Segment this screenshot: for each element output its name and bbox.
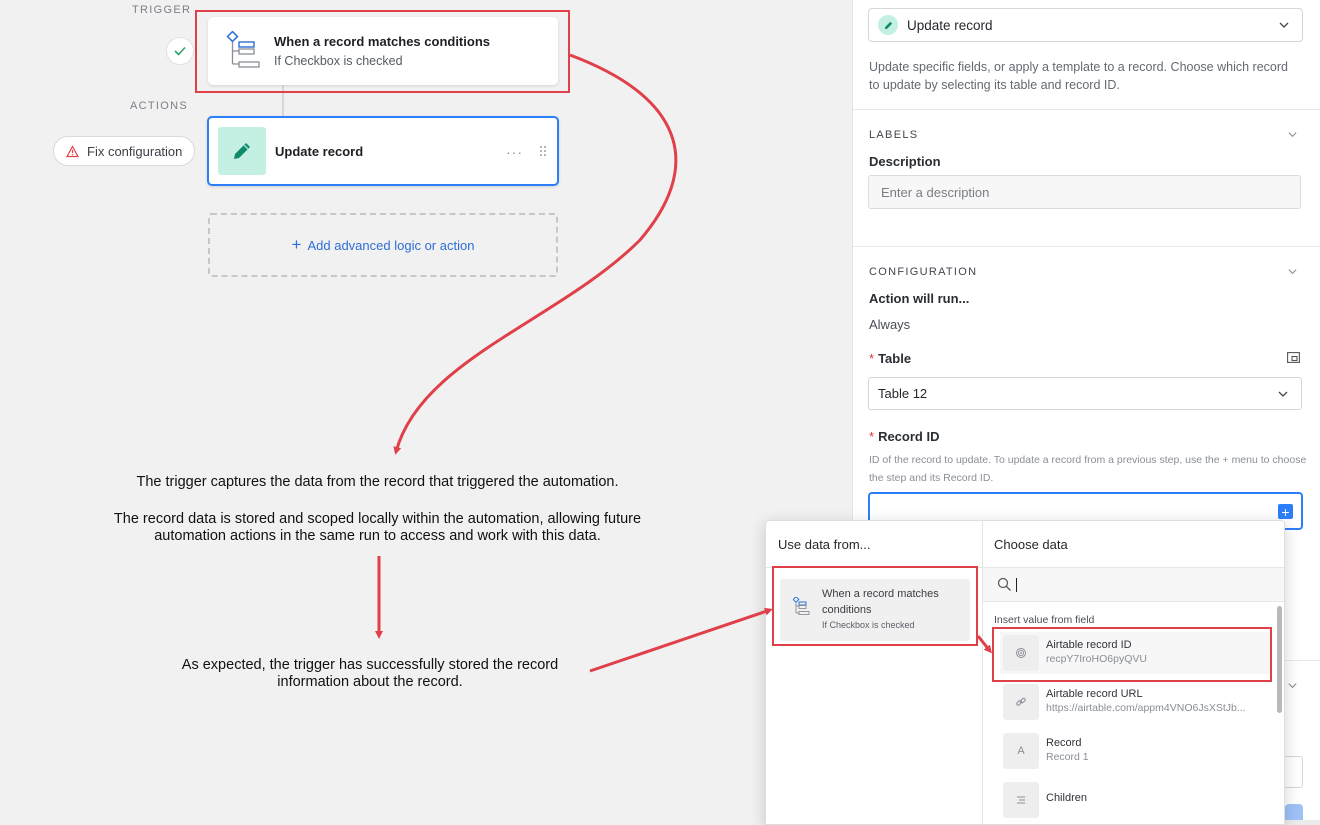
action-node-title: Update record <box>275 143 364 159</box>
fix-configuration-label: Fix configuration <box>87 143 183 159</box>
trigger-status-badge <box>166 37 194 65</box>
record-id-highlight-box <box>992 627 1272 682</box>
action-icon-box <box>218 127 266 175</box>
add-logic-or-action-button[interactable]: + Add advanced logic or action <box>208 213 558 277</box>
drag-handle-icon[interactable] <box>539 145 547 157</box>
record-id-label: * Record ID <box>869 429 939 444</box>
chevron-down-icon[interactable] <box>1287 680 1298 691</box>
record-id-help-text: ID of the record to update. To update a … <box>869 454 1307 484</box>
add-logic-label: Add advanced logic or action <box>307 237 475 253</box>
chevron-down-icon <box>1278 391 1288 397</box>
list-icon <box>1003 782 1039 818</box>
pencil-icon <box>884 21 892 29</box>
action-will-run-value: Always <box>869 317 911 332</box>
popover-scrollbar[interactable] <box>1277 606 1282 713</box>
required-marker: * <box>869 351 875 366</box>
warning-icon <box>66 144 79 157</box>
automation-canvas: TRIGGER ACTIONS When a record matches co… <box>0 0 852 825</box>
section-divider <box>853 109 1320 110</box>
table-select-value: Table 12 <box>878 386 928 401</box>
chevron-down-icon[interactable] <box>1287 129 1298 140</box>
field-option-title: Record <box>1046 737 1082 749</box>
hidden-field-input[interactable] <box>1283 756 1303 788</box>
fix-configuration-button[interactable]: Fix configuration <box>53 136 196 166</box>
use-data-from-header: Use data from... <box>778 537 871 552</box>
annotation-trigger-captures: The trigger captures the data from the r… <box>136 474 619 490</box>
action-description-text: Update specific fields, or apply a templ… <box>869 60 1288 92</box>
trigger-section-label: TRIGGER <box>132 4 192 16</box>
chevron-down-icon[interactable] <box>1287 266 1298 277</box>
link-icon <box>1003 684 1039 720</box>
check-icon <box>174 46 186 56</box>
choose-data-header: Choose data <box>994 537 1068 552</box>
open-table-icon[interactable] <box>1287 352 1300 363</box>
field-option-title: Children <box>1046 792 1087 804</box>
description-label: Description <box>869 154 941 169</box>
insert-data-plus-button[interactable]: + <box>1278 504 1293 519</box>
record-id-label-text: Record ID <box>878 429 940 444</box>
annotation-record-scoped: The record data is stored and scoped loc… <box>113 511 642 544</box>
annotation-as-expected: As expected, the trigger has successfull… <box>181 657 559 690</box>
field-option-value: Record 1 <box>1046 751 1089 763</box>
source-highlight-box <box>772 566 978 646</box>
field-search-input[interactable] <box>983 568 1284 602</box>
table-label-text: Table <box>878 351 912 366</box>
description-input[interactable]: Enter a description <box>868 175 1301 209</box>
text-a-icon: A <box>1003 733 1039 769</box>
table-label: * Table <box>869 351 911 366</box>
trigger-highlight-box <box>195 10 570 93</box>
action-type-value: Update record <box>907 17 993 33</box>
action-node-update-record[interactable]: Update record ··· <box>207 116 559 186</box>
labels-section-header[interactable]: LABELS <box>869 129 918 141</box>
field-option-record[interactable]: A Record Record 1 <box>1000 730 1270 772</box>
actions-section-label: ACTIONS <box>130 100 188 112</box>
field-option-record-url[interactable]: Airtable record URL https://airtable.com… <box>1000 681 1270 723</box>
action-type-select[interactable]: Update record <box>868 8 1303 42</box>
configuration-section-header[interactable]: CONFIGURATION <box>869 266 977 278</box>
more-options-icon[interactable]: ··· <box>506 144 523 160</box>
insert-value-label: Insert value from field <box>994 614 1095 626</box>
field-option-title: Airtable record URL <box>1046 688 1143 700</box>
required-marker: * <box>869 429 875 444</box>
text-caret <box>1016 578 1017 592</box>
section-divider <box>853 246 1320 247</box>
search-icon <box>997 577 1011 591</box>
pencil-icon <box>234 143 250 159</box>
field-option-children[interactable]: Children <box>1000 779 1270 821</box>
action-type-icon <box>878 15 898 35</box>
action-will-run-label: Action will run... <box>869 291 970 306</box>
table-select[interactable]: Table 12 <box>868 377 1302 410</box>
field-option-value: https://airtable.com/appm4VNO6JsXStJb... <box>1046 702 1246 714</box>
plus-icon: + <box>291 235 302 254</box>
chevron-down-icon <box>1279 22 1289 28</box>
